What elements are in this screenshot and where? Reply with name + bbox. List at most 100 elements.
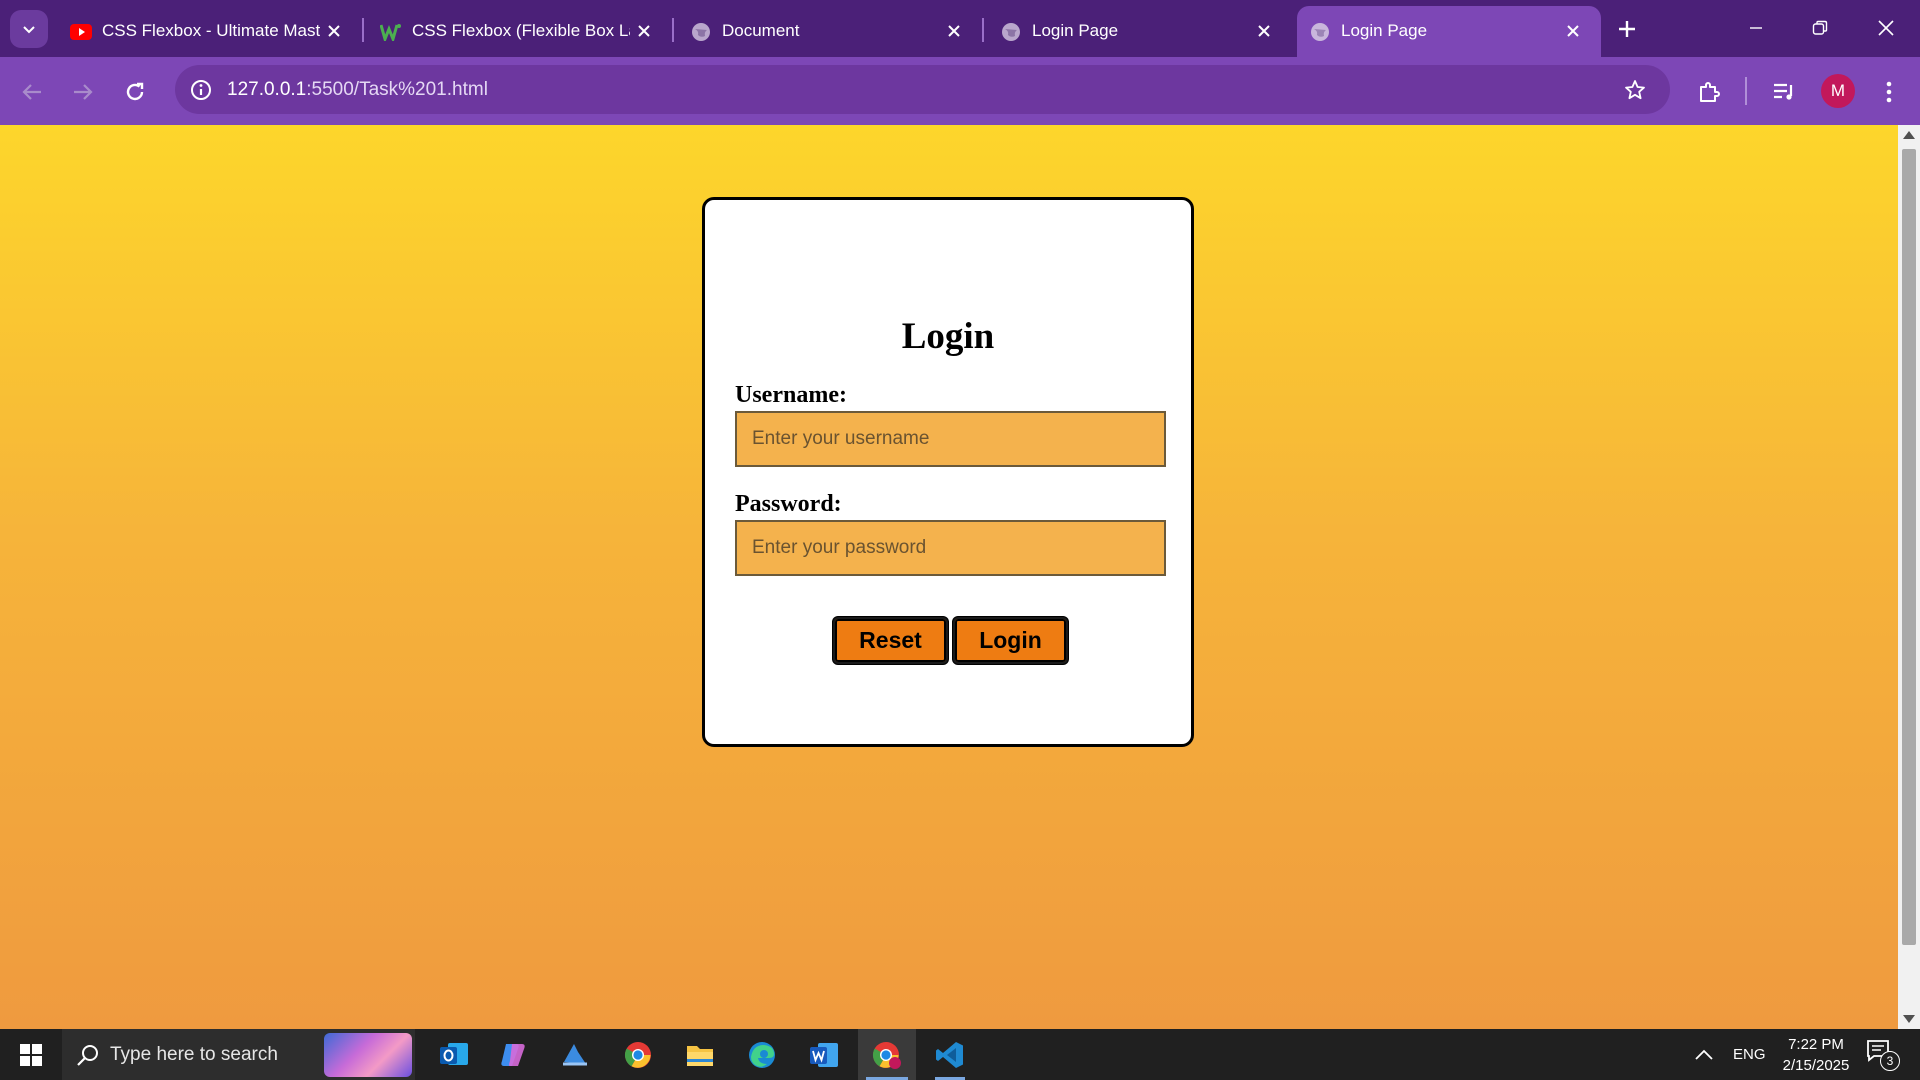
forward-button[interactable]	[63, 72, 103, 112]
tab-separator	[672, 18, 674, 42]
globe-icon	[1000, 21, 1022, 43]
login-button[interactable]: Login	[953, 617, 1068, 664]
tab-title: Document	[722, 21, 800, 40]
browser-toolbar: 127.0.0.1:5500/Task%201.html M	[0, 57, 1920, 125]
playlist-icon	[1774, 83, 1793, 100]
scroll-down-arrow-icon[interactable]	[1903, 1015, 1915, 1023]
page-scrollbar[interactable]	[1898, 125, 1920, 1029]
tab-separator	[982, 18, 984, 42]
tray-overflow-button[interactable]	[1694, 1029, 1714, 1080]
tab-strip: CSS Flexbox - Ultimate Mastery CSS Flexb…	[0, 0, 1920, 57]
close-icon[interactable]	[1252, 19, 1276, 43]
new-tab-button[interactable]	[1609, 13, 1645, 45]
search-highlight-image[interactable]	[324, 1033, 412, 1077]
language-indicator[interactable]: ENG	[1733, 1029, 1766, 1080]
url-host: 127.0.0.1	[227, 79, 307, 100]
tab-login-page[interactable]: Login Page	[988, 6, 1292, 57]
taskbar-azure[interactable]	[546, 1029, 604, 1080]
restore-icon	[1812, 20, 1828, 35]
tab-separator	[362, 18, 364, 42]
profile-avatar[interactable]: M	[1821, 74, 1855, 108]
youtube-icon	[70, 21, 92, 43]
tab-document[interactable]: Document	[678, 6, 982, 57]
close-icon[interactable]	[1561, 19, 1585, 43]
reload-button[interactable]	[115, 72, 155, 112]
minimize-icon	[1750, 27, 1762, 29]
taskbar-edge[interactable]	[733, 1029, 791, 1080]
page-viewport: Login Username: Password: Reset Login	[0, 125, 1898, 1029]
notification-center-button[interactable]: 3	[1866, 1039, 1900, 1071]
tab-title: CSS Flexbox (Flexible Box Layout)	[412, 21, 630, 40]
puzzle-icon	[1700, 82, 1720, 102]
chevron-up-icon	[1695, 1049, 1713, 1060]
globe-icon	[1309, 21, 1331, 43]
scroll-up-arrow-icon[interactable]	[1903, 131, 1915, 139]
windows-taskbar: Type here to search ENG 7:22 PM 2/15/202…	[0, 1029, 1920, 1080]
login-heading: Login	[901, 316, 995, 357]
site-info-icon[interactable]	[187, 76, 215, 104]
close-icon	[1878, 20, 1894, 36]
login-card: Login Username: Password: Reset Login	[702, 197, 1194, 747]
taskbar-file-explorer[interactable]	[671, 1029, 729, 1080]
azure-icon	[563, 1043, 587, 1065]
windows-logo-icon	[20, 1044, 42, 1066]
browser-menu-button[interactable]	[1869, 72, 1909, 112]
password-label: Password:	[735, 491, 842, 517]
tab-login-page-active[interactable]: Login Page	[1297, 6, 1601, 57]
arrow-right-icon	[74, 84, 93, 100]
tab-title: CSS Flexbox - Ultimate Mastery	[102, 21, 320, 40]
chrome-profile-icon	[872, 1041, 901, 1069]
notification-count-badge: 3	[1880, 1051, 1900, 1071]
w3schools-icon	[380, 21, 402, 43]
tab-title: Login Page	[1032, 21, 1119, 40]
password-input[interactable]	[735, 520, 1166, 576]
tab-css-flexbox-youtube[interactable]: CSS Flexbox - Ultimate Mastery	[58, 6, 362, 57]
taskbar-vscode[interactable]	[921, 1029, 979, 1080]
url-path: :5500/Task%201.html	[306, 79, 488, 100]
taskbar-chrome[interactable]	[609, 1029, 667, 1080]
tab-search-button[interactable]	[10, 10, 48, 48]
outlook-icon	[440, 1042, 468, 1065]
close-icon[interactable]	[942, 19, 966, 43]
url-text: 127.0.0.1:5500/Task%201.html	[227, 79, 488, 101]
search-placeholder: Type here to search	[110, 1044, 278, 1065]
bookmark-star-icon[interactable]	[1621, 76, 1649, 104]
plus-icon	[1619, 21, 1635, 37]
taskbar-chrome-profile[interactable]	[858, 1029, 916, 1080]
start-button[interactable]	[10, 1039, 52, 1071]
taskbar-copilot[interactable]	[485, 1029, 543, 1080]
vscode-icon	[936, 1041, 963, 1068]
close-icon[interactable]	[322, 19, 346, 43]
media-controls-button[interactable]	[1764, 72, 1804, 112]
username-label: Username:	[735, 382, 847, 408]
minimize-button[interactable]	[1733, 8, 1779, 48]
close-icon[interactable]	[632, 19, 656, 43]
taskbar-clock[interactable]: 7:22 PM 2/15/2025	[1768, 1034, 1864, 1076]
file-explorer-icon	[687, 1045, 713, 1066]
clock-time: 7:22 PM	[1788, 1036, 1844, 1053]
arrow-left-icon	[22, 84, 41, 100]
scrollbar-thumb[interactable]	[1902, 149, 1916, 945]
edge-icon	[749, 1041, 775, 1068]
address-bar[interactable]: 127.0.0.1:5500/Task%201.html	[175, 65, 1670, 114]
username-input[interactable]	[735, 411, 1166, 467]
extensions-button[interactable]	[1689, 72, 1729, 112]
tab-title: Login Page	[1341, 21, 1428, 40]
more-vertical-icon	[1886, 81, 1892, 103]
tab-css-flexbox-w3schools[interactable]: CSS Flexbox (Flexible Box Layout)	[368, 6, 672, 57]
taskbar-word[interactable]	[795, 1029, 853, 1080]
close-window-button[interactable]	[1863, 8, 1909, 48]
search-icon	[77, 1045, 98, 1066]
restore-button[interactable]	[1797, 8, 1843, 48]
copilot-icon	[501, 1043, 525, 1066]
taskbar-outlook[interactable]	[425, 1029, 483, 1080]
taskbar-search-box[interactable]: Type here to search	[62, 1029, 415, 1080]
clock-date: 2/15/2025	[1782, 1057, 1850, 1074]
globe-icon	[690, 21, 712, 43]
word-icon	[810, 1042, 838, 1067]
chevron-down-icon	[23, 26, 35, 34]
back-button[interactable]	[12, 72, 52, 112]
reload-icon	[126, 82, 144, 101]
toolbar-separator	[1745, 77, 1747, 105]
reset-button[interactable]: Reset	[833, 617, 948, 664]
